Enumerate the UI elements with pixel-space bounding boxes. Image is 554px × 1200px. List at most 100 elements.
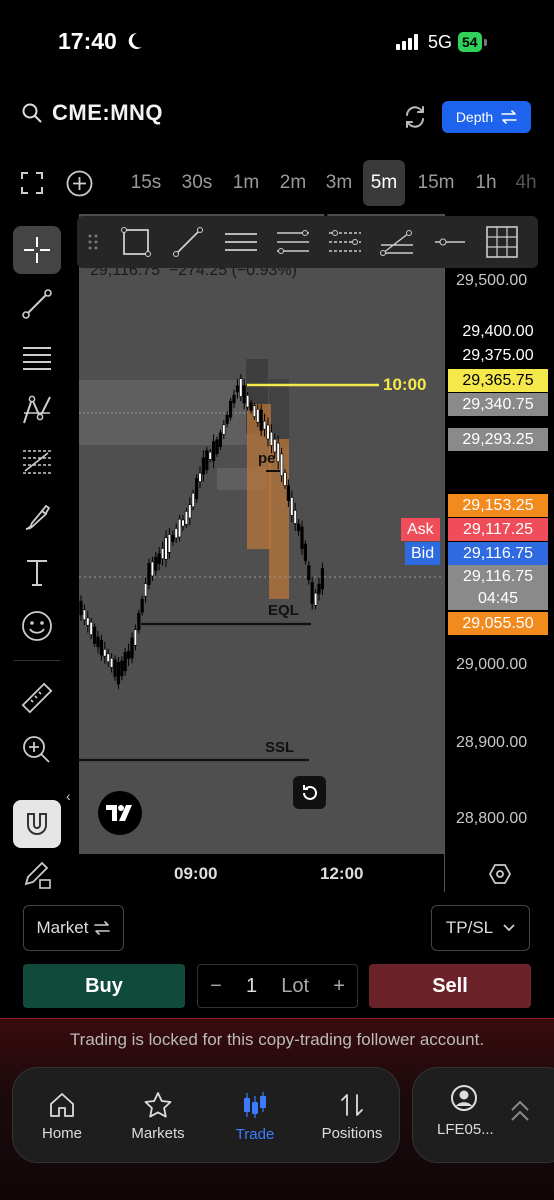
tag-bid-price: 29,116.75 (448, 542, 548, 565)
tpsl-label: TP/SL (445, 918, 494, 937)
tf-15m[interactable]: 15m (413, 160, 459, 206)
magnet-icon (27, 813, 47, 835)
zoom-tool[interactable] (13, 726, 61, 774)
symbol-search[interactable]: CME:MNQ (22, 100, 163, 126)
tf-1h[interactable]: 1h (470, 160, 502, 206)
magnet-tool[interactable] (13, 800, 61, 848)
candle-body (133, 629, 137, 646)
candle-body (120, 660, 124, 677)
axis-divider (444, 214, 445, 894)
network-label: 5G (428, 31, 453, 52)
emoji-tool[interactable] (13, 602, 61, 650)
drawing-tools-sidebar (0, 220, 74, 892)
tag-29400: 29,400.00 (448, 320, 548, 343)
depth-button[interactable]: Depth (442, 101, 531, 133)
collapse-sidebar-icon[interactable]: ‹ (66, 788, 71, 804)
candle-body (222, 424, 226, 435)
tag-29055: 29,055.50 (448, 612, 548, 635)
fib-channel-icon[interactable] (327, 225, 363, 259)
brush-icon (25, 504, 51, 530)
horizontal-lines-tool[interactable] (13, 334, 61, 382)
candle-body (212, 441, 216, 462)
brush-tool[interactable] (13, 494, 61, 542)
tf-3m[interactable]: 3m (320, 160, 358, 206)
increase-icon[interactable]: + (333, 975, 345, 998)
candle-body (167, 534, 171, 553)
quantity-value[interactable]: 1 (246, 975, 257, 998)
chart-settings-icon[interactable] (488, 862, 512, 886)
price-scale-29500: 29,500.00 (456, 272, 528, 289)
candle-body (242, 385, 246, 404)
candle-body (113, 659, 117, 677)
trendline-icon (22, 289, 52, 319)
rectangle-icon[interactable] (119, 225, 153, 259)
candle-body (280, 453, 284, 477)
pitchfork-icon[interactable] (379, 225, 415, 259)
refresh-icon[interactable] (400, 102, 430, 132)
candle-body (300, 526, 304, 550)
tf-30s[interactable]: 30s (175, 160, 219, 206)
candle-body (191, 492, 195, 508)
ssl-label: SSL (265, 739, 295, 756)
fib-retracement-icon[interactable] (275, 225, 311, 259)
parallel-lines-icon[interactable] (223, 225, 259, 259)
line-icon[interactable] (171, 225, 205, 259)
buy-button[interactable]: Buy (23, 964, 185, 1008)
decrease-icon[interactable]: − (210, 975, 222, 998)
price-scale-28900: 28,900.00 (456, 734, 528, 751)
eql-label: EQL (268, 602, 299, 619)
candle-body (290, 497, 294, 516)
horizontal-ray-icon[interactable] (433, 225, 467, 259)
tf-5m[interactable]: 5m (363, 160, 405, 206)
tag-current-price: 29,116.75 (448, 565, 548, 588)
trendline-tool[interactable] (13, 280, 61, 328)
price-chart[interactable] (79, 214, 444, 854)
tag-last-price: 29,365.75 (448, 369, 548, 392)
candle-body (225, 415, 229, 424)
nav-positions[interactable]: Positions (307, 1068, 397, 1164)
floating-draw-toolbar (77, 216, 538, 268)
candle-body (188, 504, 192, 519)
candle-body (283, 472, 287, 486)
candle-body (293, 510, 297, 524)
nav-home[interactable]: Home (17, 1068, 107, 1164)
grid-icon[interactable] (485, 225, 519, 259)
tpsl-dropdown[interactable]: TP/SL (431, 905, 530, 951)
swap-icon (501, 110, 517, 124)
chevron-down-icon (503, 924, 515, 932)
order-type-button[interactable]: Market (23, 905, 124, 951)
candles-icon (244, 1091, 266, 1118)
fib-tool[interactable] (13, 438, 61, 486)
tf-2m[interactable]: 2m (274, 160, 312, 206)
candle-body (109, 658, 114, 668)
tf-1m[interactable]: 1m (228, 160, 264, 206)
account-name: LFE05... (437, 1121, 494, 1138)
crosshair-tool[interactable] (13, 226, 61, 274)
candle-body (314, 592, 318, 606)
text-tool[interactable] (13, 548, 61, 596)
add-indicator-icon[interactable] (66, 170, 93, 197)
account-switcher[interactable]: LFE05... (412, 1067, 554, 1163)
fullscreen-icon[interactable] (20, 171, 44, 195)
time-axis[interactable]: 09:00 12:00 (79, 854, 444, 892)
nav-markets[interactable]: Markets (113, 1068, 203, 1164)
tag-29153: 29,153.25 (448, 494, 548, 517)
ruler-icon (21, 682, 53, 714)
fib-icon (23, 450, 51, 474)
pattern-tool[interactable] (13, 386, 61, 434)
ask-label: Ask (401, 518, 440, 541)
candle-body (116, 661, 120, 685)
tf-15s[interactable]: 15s (124, 160, 168, 206)
nav-trade[interactable]: Trade (210, 1068, 300, 1164)
measure-tool[interactable] (13, 674, 61, 722)
candle-body (259, 409, 263, 431)
signal-icon (396, 34, 418, 50)
lock-drawing-tool[interactable] (13, 854, 61, 892)
reset-chart-button[interactable] (293, 776, 326, 809)
drag-handle-icon[interactable] (87, 232, 99, 252)
sell-button[interactable]: Sell (369, 964, 531, 1008)
candle-body (246, 395, 250, 408)
candle-body (276, 442, 280, 462)
candle-body (307, 565, 311, 581)
tf-4h[interactable]: 4h (510, 160, 542, 206)
